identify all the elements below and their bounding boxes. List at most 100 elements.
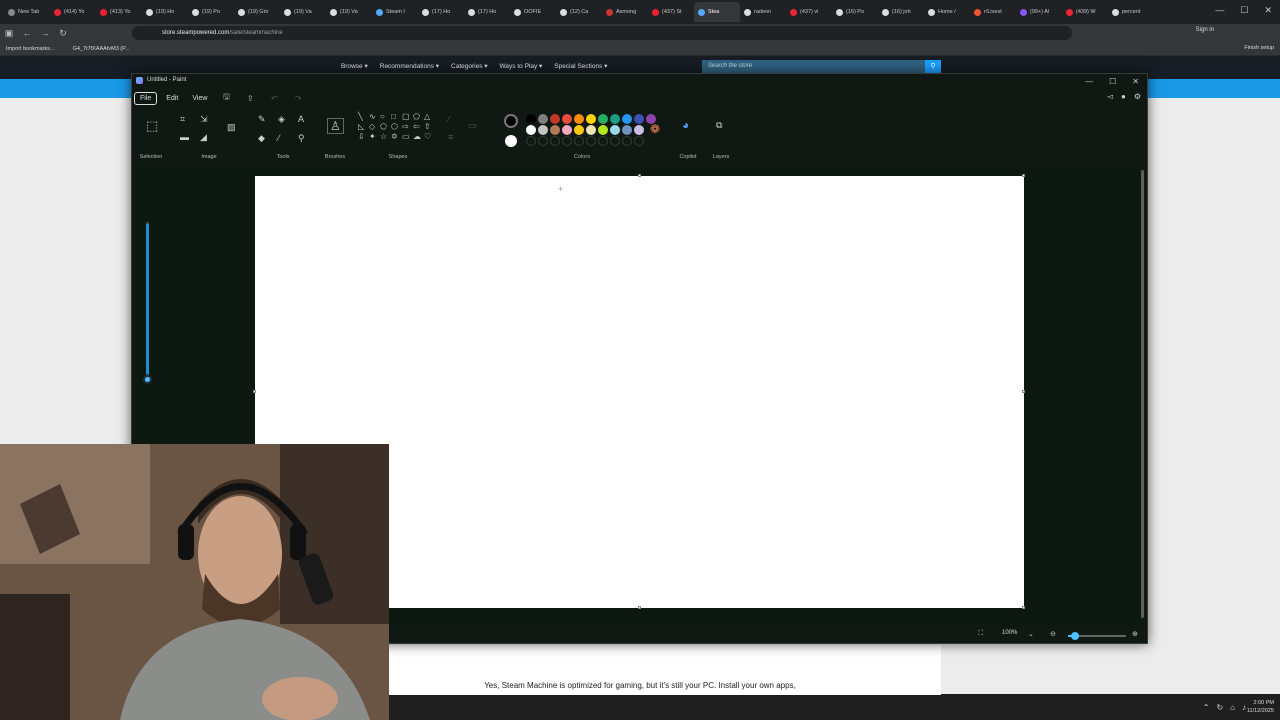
canvas-resize-handle[interactable] [1022,390,1025,393]
six-point-star-shape-icon[interactable]: ✡ [391,132,402,142]
magnifier-icon[interactable]: ⚲ [298,133,305,144]
resize-icon[interactable]: ⇲ [200,114,208,125]
minimize-icon[interactable]: — [1215,5,1224,16]
forward-icon[interactable]: → [36,28,54,38]
canvas-resize-handle[interactable] [253,390,256,393]
four-point-star-shape-icon[interactable]: ✦ [369,132,380,142]
browser-tab[interactable]: (413) Yo [96,2,142,22]
palette-color-swatch[interactable] [550,114,560,124]
rectangle-shape-icon[interactable]: □ [391,112,402,122]
browser-tab[interactable]: (414) Yo [50,2,96,22]
flip-icon[interactable]: ◢ [200,132,207,143]
pencil-icon[interactable]: ✎ [258,114,266,125]
minimize-icon[interactable]: — [1085,75,1093,88]
close-icon[interactable]: ✕ [1264,5,1272,16]
down-arrow-shape-icon[interactable]: ⇩ [358,132,369,142]
edit-colors-icon[interactable]: ❁ [650,122,660,136]
browser-tab[interactable]: percent [1108,2,1154,22]
line-shape-icon[interactable]: ╲ [358,112,369,122]
palette-color-swatch[interactable] [634,125,644,135]
close-icon[interactable]: ✕ [1132,75,1139,88]
brush-icon[interactable]: ♙ [327,118,344,134]
browser-tab[interactable]: r/Livest [970,2,1016,22]
browser-tab[interactable]: OOFIE [510,2,556,22]
palette-color-swatch[interactable] [598,125,608,135]
sync-icon[interactable]: ↻ [1216,703,1223,712]
zoom-in-icon[interactable]: ⊕ [1132,630,1138,638]
custom-color-swatch[interactable] [574,136,584,146]
palette-color-swatch[interactable] [550,125,560,135]
custom-color-swatch[interactable] [538,136,548,146]
brush-size-slider-handle[interactable] [143,375,152,384]
browser-tab[interactable]: (19) Po [188,2,234,22]
primary-color-swatch[interactable] [504,114,518,128]
right-arrow-shape-icon[interactable]: ⇨ [402,122,413,132]
palette-color-swatch[interactable] [574,125,584,135]
palette-color-swatch[interactable] [610,125,620,135]
chevron-up-icon[interactable]: ⌃ [1203,703,1210,712]
steam-menu-special-sections[interactable]: Special Sections ▾ [554,62,607,70]
browser-tab[interactable]: (19) Gro [234,2,280,22]
up-arrow-shape-icon[interactable]: ⇧ [424,122,435,132]
browser-tab[interactable]: Stea [694,2,740,22]
oval-shape-icon[interactable]: ○ [380,112,391,122]
sidebar-icon[interactable]: ▣ [0,28,18,39]
edit-menu[interactable]: Edit [161,93,183,104]
eraser-icon[interactable]: ◆ [258,133,265,144]
file-menu[interactable]: File [134,91,158,105]
canvas-resize-handle[interactable] [1022,606,1025,609]
browser-tab[interactable]: (16) joh [878,2,924,22]
zoom-slider-handle[interactable] [1071,632,1079,640]
custom-color-swatch[interactable] [610,136,620,146]
browser-tab[interactable]: Asmong [602,2,648,22]
secondary-color-swatch[interactable] [505,135,517,147]
settings-icon[interactable]: ⚙ [1134,92,1141,101]
view-menu[interactable]: View [187,93,212,104]
browser-tab[interactable]: (437) vi [786,2,832,22]
maximize-icon[interactable]: ☐ [1240,5,1248,16]
palette-color-swatch[interactable] [538,125,548,135]
browser-tab[interactable]: (16) Po [832,2,878,22]
finish-setup-button[interactable]: Finish setup [1244,45,1274,51]
chevron-down-icon[interactable]: ⌄ [1028,630,1034,638]
copilot-icon[interactable]: ◕ [682,118,689,132]
heart-shape-icon[interactable]: ♡ [424,132,435,142]
maximize-icon[interactable]: ☐ [1109,75,1116,88]
palette-color-swatch[interactable] [574,114,584,124]
hexagon-shape-icon[interactable]: ⬡ [391,122,402,132]
browser-tab[interactable]: radeon [740,2,786,22]
zoom-out-icon[interactable]: ⊖ [1050,630,1056,638]
palette-color-swatch[interactable] [538,114,548,124]
palette-color-swatch[interactable] [562,114,572,124]
palette-color-swatch[interactable] [610,114,620,124]
bookmark-item[interactable]: G4_7t7fXAAAtvM3 (P... [73,46,130,52]
diamond-shape-icon[interactable]: ◇ [369,122,380,132]
taskbar-clock[interactable]: 2:00 PM 11/12/2025 [1247,699,1274,715]
text-icon[interactable]: A [298,114,304,124]
browser-tab[interactable]: New Tab [4,2,50,22]
undo-icon[interactable]: ↶ [264,94,284,103]
fill-icon[interactable]: ◈ [278,114,285,125]
steam-search-input[interactable]: Search the store [702,60,940,73]
canvas-resize-handle[interactable] [638,606,641,609]
palette-color-swatch[interactable] [586,114,596,124]
share-icon[interactable]: ⇪ [240,94,260,103]
left-arrow-shape-icon[interactable]: ⇦ [413,122,424,132]
steam-menu-recommendations[interactable]: Recommendations ▾ [380,62,439,70]
account-icon[interactable]: ● [1121,92,1126,101]
browser-tab[interactable]: (19) Va [326,2,372,22]
vertical-scrollbar[interactable] [1141,170,1144,618]
canvas-resize-handle[interactable] [638,174,641,177]
custom-color-swatch[interactable] [526,136,536,146]
rounded-rectangle-shape-icon[interactable]: ▢ [402,112,413,122]
steam-menu-categories[interactable]: Categories ▾ [451,62,488,70]
browser-tab[interactable]: Home / [924,2,970,22]
size-icon[interactable]: ≡ [448,132,453,142]
palette-color-swatch[interactable] [622,114,632,124]
fill-style-icon[interactable]: ▭ [468,120,477,131]
color-picker-icon[interactable]: ⁄ [278,133,280,143]
pentagon-shape-icon[interactable]: ⬠ [380,122,391,132]
fit-to-window-icon[interactable]: ⛶ [978,630,983,638]
triangle-shape-icon[interactable]: △ [424,112,435,122]
custom-color-swatch[interactable] [622,136,632,146]
